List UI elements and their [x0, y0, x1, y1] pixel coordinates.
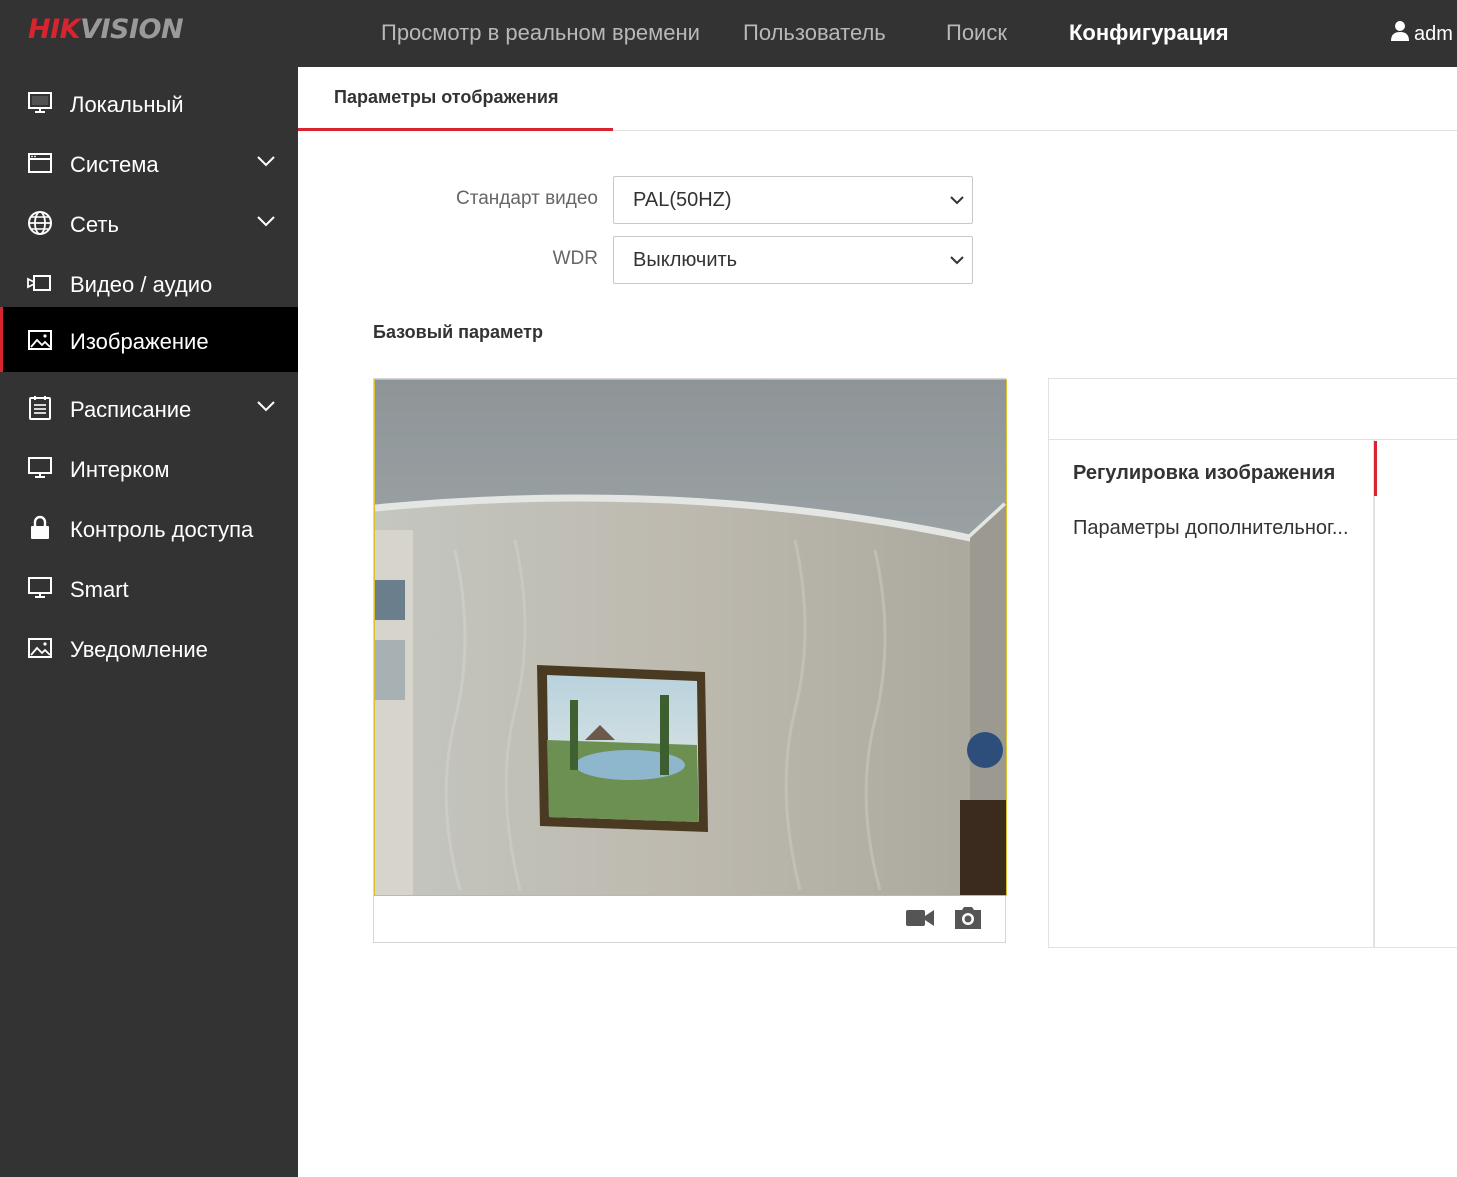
sidebar-item-notification[interactable]: Уведомление — [0, 617, 298, 677]
camera-icon[interactable] — [953, 907, 983, 929]
sidebar-item-label: Уведомление — [70, 637, 208, 662]
sidebar-item-label: Изображение — [70, 329, 209, 354]
active-menu-marker — [1374, 441, 1377, 496]
chevron-down-icon — [950, 196, 964, 205]
sidebar: Локальный Система Сеть Видео / аудио Изо… — [0, 67, 298, 1177]
sidebar-item-label: Контроль доступа — [70, 517, 254, 542]
image-settings-panel: Регулировка изображения Параметры дополн… — [1048, 378, 1457, 948]
image-icon — [28, 330, 52, 350]
panel-divider — [1049, 439, 1457, 440]
user-account[interactable]: adm — [1390, 20, 1453, 46]
menu-advanced-parameters[interactable]: Параметры дополнительног... — [1073, 517, 1368, 540]
user-name: adm — [1414, 23, 1453, 45]
wdr-label: WDR — [552, 248, 598, 269]
monitor-icon — [28, 457, 52, 478]
monitor-icon — [28, 577, 52, 598]
panel-separator — [1373, 440, 1375, 948]
logo-part-vision: VISION — [80, 14, 184, 45]
sidebar-item-label: Расписание — [70, 397, 192, 422]
sidebar-item-system[interactable]: Система — [0, 132, 298, 192]
chevron-down-icon[interactable] — [256, 214, 276, 228]
nav-user[interactable]: Пользователь — [743, 20, 886, 46]
video-camera-icon[interactable] — [905, 907, 935, 929]
wdr-select[interactable]: Выключить — [613, 236, 973, 284]
nav-search[interactable]: Поиск — [946, 20, 1007, 46]
tab-display-parameters[interactable]: Параметры отображения — [298, 67, 613, 131]
wdr-value: Выключить — [633, 249, 738, 271]
sidebar-item-schedule[interactable]: Расписание — [0, 377, 298, 437]
camera-preview-image[interactable] — [374, 379, 1007, 896]
sidebar-item-network[interactable]: Сеть — [0, 192, 298, 252]
video-standard-value: PAL(50HZ) — [633, 189, 732, 211]
sidebar-item-image[interactable]: Изображение — [0, 307, 298, 372]
nav-configuration[interactable]: Конфигурация — [1069, 20, 1229, 46]
sidebar-item-label: Сеть — [70, 212, 119, 237]
sidebar-item-smart[interactable]: Smart — [0, 557, 298, 617]
globe-icon — [28, 211, 52, 235]
menu-image-adjustment[interactable]: Регулировка изображения — [1073, 462, 1335, 485]
sidebar-item-label: Система — [70, 152, 159, 177]
image-icon — [28, 638, 52, 658]
schedule-icon — [29, 396, 51, 420]
sidebar-item-label: Smart — [70, 577, 129, 602]
video-icon — [27, 275, 51, 291]
chevron-down-icon[interactable] — [256, 154, 276, 168]
chevron-down-icon — [950, 256, 964, 265]
sidebar-item-local[interactable]: Локальный — [0, 72, 298, 132]
sidebar-item-label: Интерком — [70, 457, 170, 482]
user-icon — [1391, 21, 1409, 41]
video-standard-label: Стандарт видео — [456, 188, 598, 209]
monitor-icon — [28, 92, 52, 113]
sidebar-item-label: Локальный — [70, 92, 184, 117]
nav-live-view[interactable]: Просмотр в реальном времени — [381, 20, 700, 46]
tab-bar: Параметры отображения — [298, 67, 1457, 131]
sidebar-item-access-control[interactable]: Контроль доступа — [0, 497, 298, 557]
sidebar-item-intercom[interactable]: Интерком — [0, 437, 298, 497]
live-preview-panel — [373, 378, 1007, 943]
lock-icon — [31, 515, 49, 539]
logo-part-hik: HIK — [28, 14, 81, 45]
tab-label: Параметры отображения — [334, 87, 559, 107]
section-title-basic: Базовый параметр — [373, 322, 543, 342]
video-standard-select[interactable]: PAL(50HZ) — [613, 176, 973, 224]
hikvision-logo: HIKVISION — [28, 14, 184, 45]
sidebar-item-video-audio[interactable]: Видео / аудио — [0, 252, 298, 312]
chevron-down-icon[interactable] — [256, 399, 276, 413]
top-bar: HIKVISION Просмотр в реальном времени По… — [0, 0, 1457, 67]
window-icon — [28, 153, 52, 173]
sidebar-item-label: Видео / аудио — [70, 272, 213, 297]
